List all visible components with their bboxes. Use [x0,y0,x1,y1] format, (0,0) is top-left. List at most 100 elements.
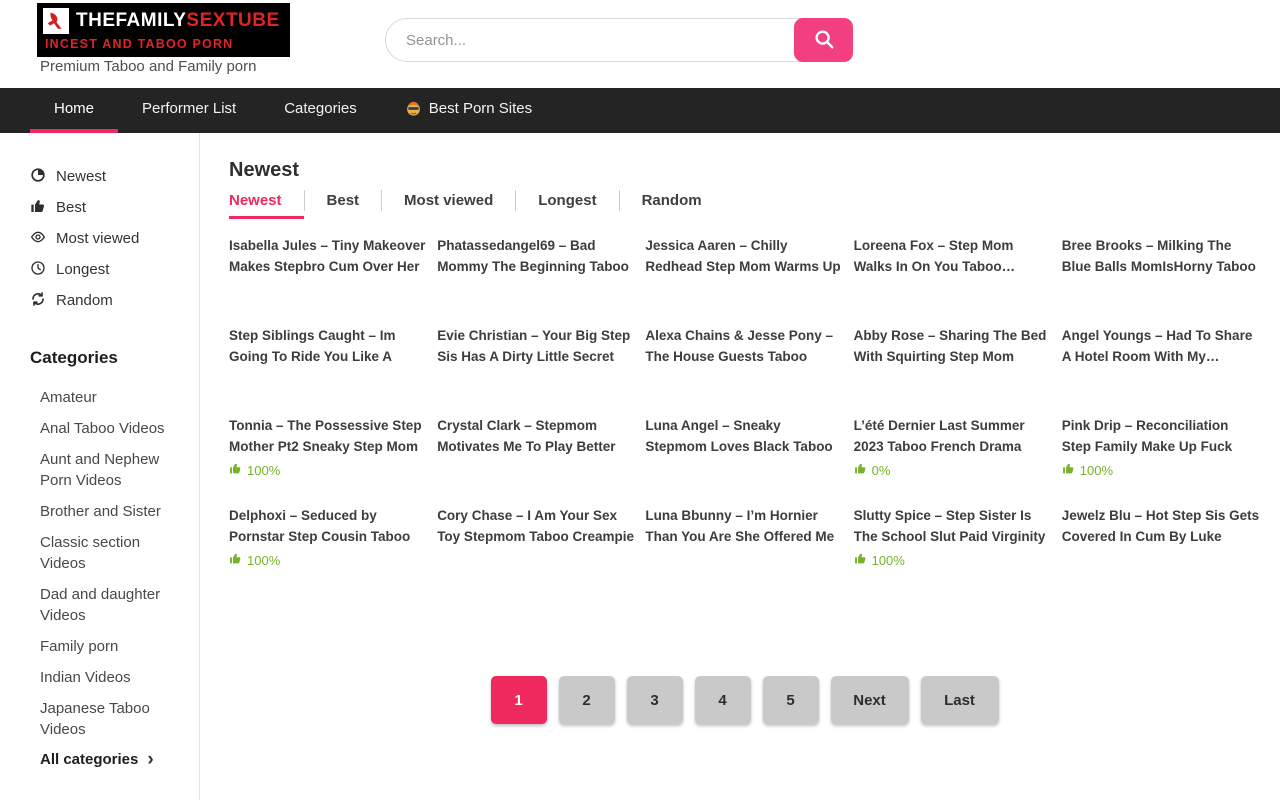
sidebar-category-item[interactable]: Anal Taboo Videos [40,413,199,444]
logo-title: THEFAMILYSEXTUBE [76,10,280,32]
video-title[interactable]: Angel Youngs – Had To Share A Hotel Room… [1062,326,1260,367]
search-button[interactable] [794,18,853,62]
thumbs-up-icon [854,552,867,568]
video-card[interactable]: Step Siblings Caught – Im Going To Ride … [229,326,427,416]
video-title[interactable]: Pink Drip – Reconciliation Step Family M… [1062,416,1260,457]
sidebar: Newest Best Most viewed Longest Random C… [0,133,200,800]
video-card[interactable]: Isabella Jules – Tiny Makeover Makes Ste… [229,236,427,326]
site-header: THEFAMILYSEXTUBE INCEST AND TABOO PORN P… [0,0,1280,88]
sidebar-sort-newest[interactable]: Newest [30,161,199,192]
video-title[interactable]: Bree Brooks – Milking The Blue Balls Mom… [1062,236,1260,277]
thumbs-up-icon [229,552,242,568]
main-content: Newest NewestBestMost viewedLongestRando… [200,133,1280,800]
sidebar-category-item[interactable]: Amateur [40,382,199,413]
video-card[interactable]: Pink Drip – Reconciliation Step Family M… [1062,416,1260,506]
thumbs-up-icon [229,462,242,478]
video-title[interactable]: Jessica Aaren – Chilly Redhead Step Mom … [645,236,843,277]
sidebar-category-item[interactable]: Classic section Videos [40,527,199,579]
sidebar-sort-most-viewed[interactable]: Most viewed [30,223,199,254]
search-input[interactable] [385,18,853,62]
pagination: 12345NextLast [229,676,1260,724]
pagination-page-button[interactable]: 5 [763,676,819,724]
video-title[interactable]: Isabella Jules – Tiny Makeover Makes Ste… [229,236,427,277]
video-card[interactable]: Slutty Spice – Step Sister Is The School… [854,506,1052,596]
video-card[interactable]: Luna Angel – Sneaky Stepmom Loves Black … [645,416,843,506]
video-title[interactable]: L’été Dernier Last Summer 2023 Taboo Fre… [854,416,1052,457]
video-title[interactable]: Alexa Chains & Jesse Pony – The House Gu… [645,326,843,367]
random-icon [30,291,46,311]
video-title[interactable]: Slutty Spice – Step Sister Is The School… [854,506,1052,547]
tab-longest[interactable]: Longest [515,190,618,211]
video-card[interactable]: Luna Bbunny – I’m Hornier Than You Are S… [645,506,843,596]
tab-best[interactable]: Best [304,190,382,211]
video-card[interactable]: Alexa Chains & Jesse Pony – The House Gu… [645,326,843,416]
tab-newest[interactable]: Newest [229,190,304,211]
sidebar-sort-longest[interactable]: Longest [30,254,199,285]
sidebar-category-item[interactable]: Aunt and Nephew Porn Videos [40,444,199,496]
thumbs-up-icon [1062,462,1075,478]
sort-item-label: Best [56,199,86,216]
video-title[interactable]: Evie Christian – Your Big Step Sis Has A… [437,326,635,367]
video-card[interactable]: Angel Youngs – Had To Share A Hotel Room… [1062,326,1260,416]
pagination-page-button[interactable]: 3 [627,676,683,724]
site-tagline: Premium Taboo and Family porn [40,58,257,75]
nav-item-label: Home [54,100,94,117]
video-card[interactable]: Abby Rose – Sharing The Bed With Squirti… [854,326,1052,416]
video-card[interactable]: Jessica Aaren – Chilly Redhead Step Mom … [645,236,843,326]
video-card[interactable]: Loreena Fox – Step Mom Walks In On You T… [854,236,1052,326]
nav-item-home[interactable]: Home [30,88,118,133]
categories-heading: Categories [30,348,199,368]
video-title[interactable]: Delphoxi – Seduced by Pornstar Step Cous… [229,506,427,547]
sidebar-category-item[interactable]: Japanese Taboo Videos [40,693,199,745]
nav-item-label: Best Porn Sites [429,100,532,117]
sort-item-label: Longest [56,261,109,278]
video-title[interactable]: Luna Angel – Sneaky Stepmom Loves Black … [645,416,843,457]
video-card[interactable]: Bree Brooks – Milking The Blue Balls Mom… [1062,236,1260,326]
video-card[interactable]: Jewelz Blu – Hot Step Sis Gets Covered I… [1062,506,1260,596]
newest-icon [30,167,46,187]
video-title[interactable]: Abby Rose – Sharing The Bed With Squirti… [854,326,1052,367]
video-card[interactable]: Phatassedangel69 – Bad Mommy The Beginni… [437,236,635,326]
video-card[interactable]: L’été Dernier Last Summer 2023 Taboo Fre… [854,416,1052,506]
pagination-next-button[interactable]: Next [831,676,909,724]
video-title[interactable]: Crystal Clark – Stepmom Motivates Me To … [437,416,635,457]
video-title[interactable]: Cory Chase – I Am Your Sex Toy Stepmom T… [437,506,635,547]
video-grid: Isabella Jules – Tiny Makeover Makes Ste… [229,236,1260,596]
tab-random[interactable]: Random [619,190,724,211]
page-title: Newest [229,157,1260,183]
video-card[interactable]: Delphoxi – Seduced by Pornstar Step Cous… [229,506,427,596]
all-categories-link[interactable]: All categories › [30,745,199,768]
video-title[interactable]: Luna Bbunny – I’m Hornier Than You Are S… [645,506,843,547]
video-card[interactable]: Evie Christian – Your Big Step Sis Has A… [437,326,635,416]
video-title[interactable]: Jewelz Blu – Hot Step Sis Gets Covered I… [1062,506,1260,547]
video-title[interactable]: Tonnia – The Possessive Step Mother Pt2 … [229,416,427,457]
video-card[interactable]: Crystal Clark – Stepmom Motivates Me To … [437,416,635,506]
eye-icon [30,229,46,249]
pagination-page-button[interactable]: 2 [559,676,615,724]
pagination-last-button[interactable]: Last [921,676,999,724]
sidebar-category-item[interactable]: Indian Videos [40,662,199,693]
rating-percent: 100% [247,553,280,568]
rating-badge: 0% [854,462,1052,478]
video-card[interactable]: Cory Chase – I Am Your Sex Toy Stepmom T… [437,506,635,596]
video-title[interactable]: Phatassedangel69 – Bad Mommy The Beginni… [437,236,635,277]
pagination-page-button[interactable]: 1 [491,676,547,724]
video-title[interactable]: Step Siblings Caught – Im Going To Ride … [229,326,427,367]
sidebar-sort-random[interactable]: Random [30,285,199,316]
nav-item-categories[interactable]: Categories [260,88,381,133]
video-card[interactable]: Tonnia – The Possessive Step Mother Pt2 … [229,416,427,506]
sidebar-category-item[interactable]: Dad and daughter Videos [40,579,199,631]
chevron-right-icon: › [147,752,153,767]
pagination-page-button[interactable]: 4 [695,676,751,724]
nav-item-performer-list[interactable]: Performer List [118,88,260,133]
video-title[interactable]: Loreena Fox – Step Mom Walks In On You T… [854,236,1052,277]
sidebar-sort-best[interactable]: Best [30,192,199,223]
clock-icon [30,260,46,280]
sidebar-category-item[interactable]: Brother and Sister [40,496,199,527]
tab-most-viewed[interactable]: Most viewed [381,190,515,211]
rating-percent: 100% [247,463,280,478]
rating-percent: 100% [1080,463,1113,478]
nav-item-best-porn-sites[interactable]: Best Porn Sites [381,88,556,133]
sidebar-category-item[interactable]: Family porn [40,631,199,662]
site-logo[interactable]: THEFAMILYSEXTUBE INCEST AND TABOO PORN [37,3,290,57]
